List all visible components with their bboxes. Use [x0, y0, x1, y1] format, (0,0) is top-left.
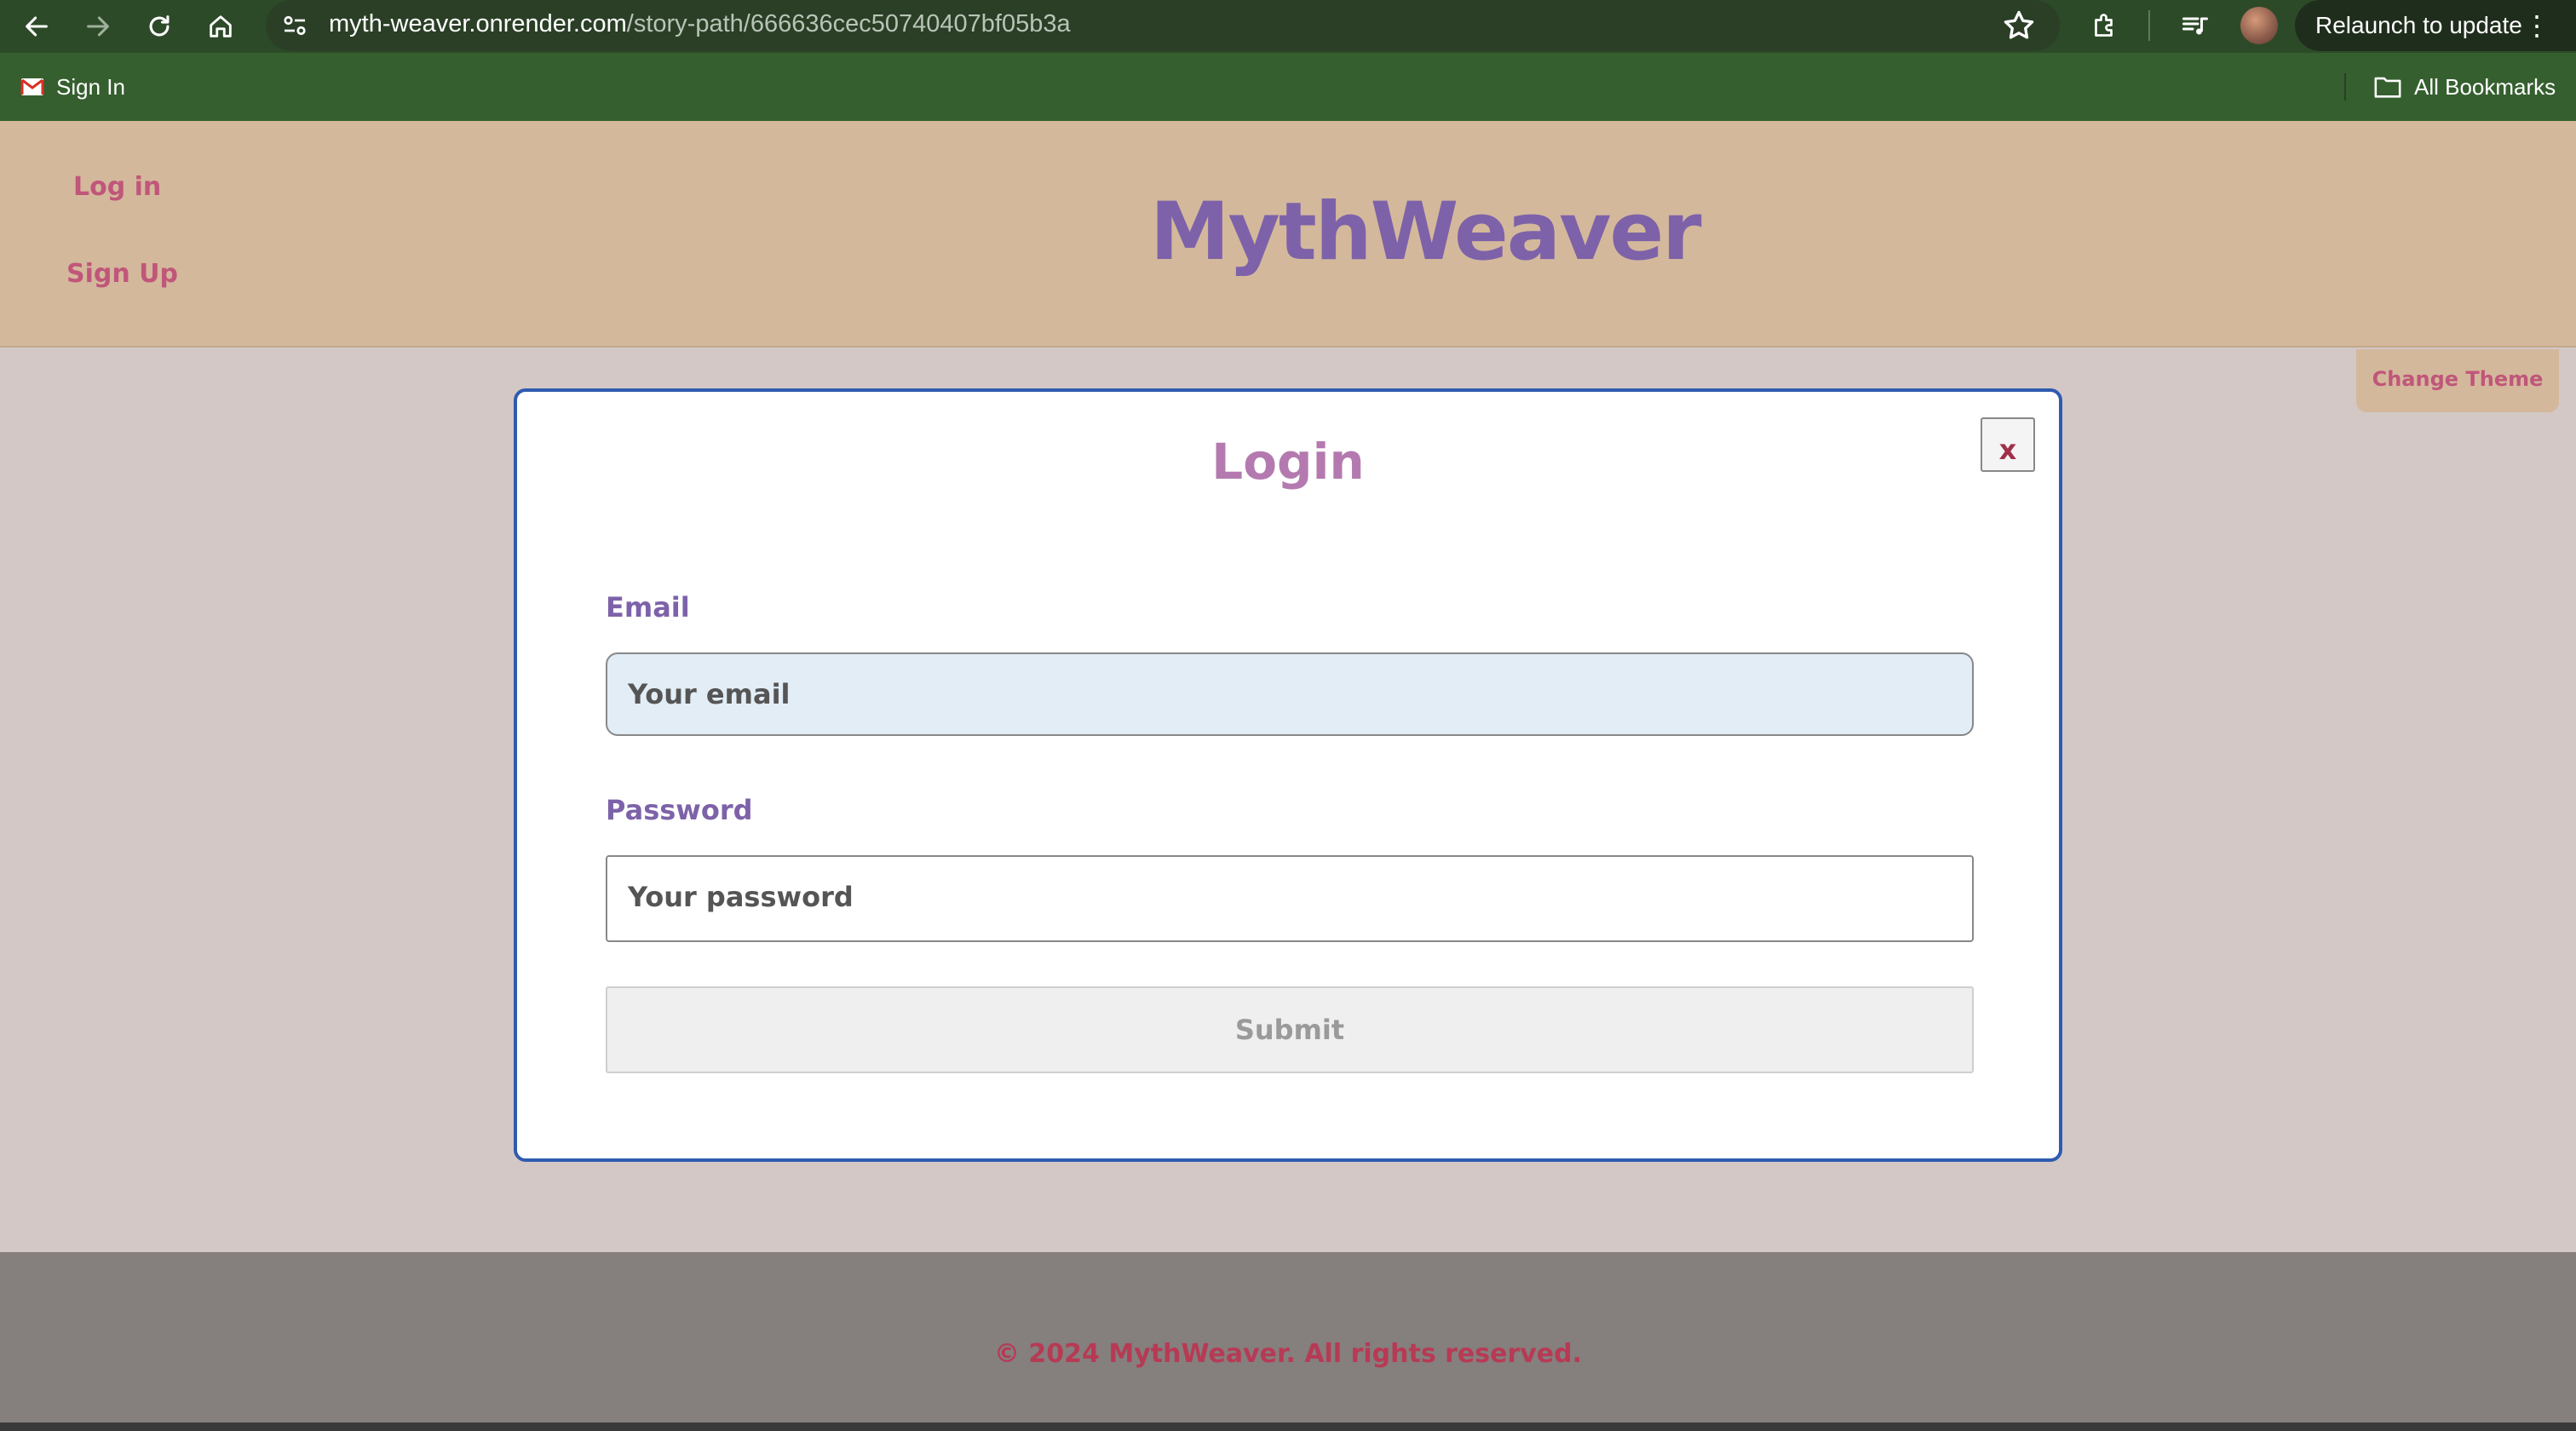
browser-toolbar: myth-weaver.onrender.com/story-path/6666… — [0, 0, 2576, 53]
password-field[interactable]: Your password — [606, 855, 1974, 942]
reload-icon — [149, 15, 170, 37]
url-text: myth-weaver.onrender.com/story-path/6666… — [329, 7, 1071, 41]
reload-button[interactable] — [138, 5, 181, 48]
all-bookmarks-button[interactable]: All Bookmarks — [2373, 72, 2556, 102]
email-label: Email — [606, 591, 690, 624]
home-icon — [210, 15, 232, 37]
arrow-right-icon — [87, 16, 109, 37]
forward-button[interactable] — [77, 5, 119, 48]
arrow-left-icon — [26, 16, 48, 37]
folder-icon — [2374, 77, 2401, 98]
playlist-icon — [2182, 17, 2208, 35]
relaunch-button[interactable]: Relaunch to update ⋮ — [2295, 0, 2576, 51]
login-modal: Login x Email Your email Password Your p… — [514, 388, 2062, 1162]
profile-avatar[interactable] — [2240, 7, 2278, 44]
puzzle-icon — [2095, 14, 2113, 37]
bookmark-signin-label: Sign In — [56, 73, 125, 100]
signup-link[interactable]: Sign Up — [66, 259, 178, 289]
more-vert-icon[interactable]: ⋮ — [2523, 0, 2550, 51]
home-button[interactable] — [199, 5, 242, 48]
extensions-button[interactable] — [2084, 5, 2126, 48]
all-bookmarks-label: All Bookmarks — [2414, 73, 2556, 100]
relaunch-label: Relaunch to update — [2315, 12, 2522, 38]
window-bottom-edge — [0, 1422, 2576, 1431]
brand-title[interactable]: MythWeaver — [1150, 186, 1702, 279]
site-settings-icon[interactable] — [279, 10, 310, 41]
bookmarks-divider — [2344, 73, 2346, 101]
footer-copyright: © 2024 MythWeaver. All rights reserved. — [993, 1339, 1583, 1369]
bookmark-signin[interactable]: Sign In — [20, 72, 125, 102]
url-path: /story-path/666636cec50740407bf05b3a — [626, 10, 1071, 37]
url-host: myth-weaver.onrender.com — [329, 10, 627, 37]
media-control-button[interactable] — [2174, 5, 2217, 48]
email-field[interactable]: Your email — [606, 652, 1974, 736]
toolbar-divider — [2148, 10, 2150, 41]
change-theme-button[interactable]: Change Theme — [2356, 349, 2559, 412]
gmail-icon — [20, 78, 44, 95]
close-button[interactable]: x — [1981, 417, 2035, 472]
login-link[interactable]: Log in — [73, 172, 161, 202]
bookmarks-bar — [0, 53, 2576, 121]
address-bar[interactable]: myth-weaver.onrender.com/story-path/6666… — [266, 0, 2060, 51]
back-button[interactable] — [15, 5, 58, 48]
modal-title: Login — [1211, 433, 1365, 491]
site-header: Log in Sign Up MythWeaver — [0, 121, 2576, 348]
site-footer: © 2024 MythWeaver. All rights reserved. — [0, 1252, 2576, 1422]
bookmark-star-icon[interactable] — [2000, 7, 2038, 44]
submit-button[interactable]: Submit — [606, 986, 1974, 1073]
password-label: Password — [606, 794, 753, 826]
